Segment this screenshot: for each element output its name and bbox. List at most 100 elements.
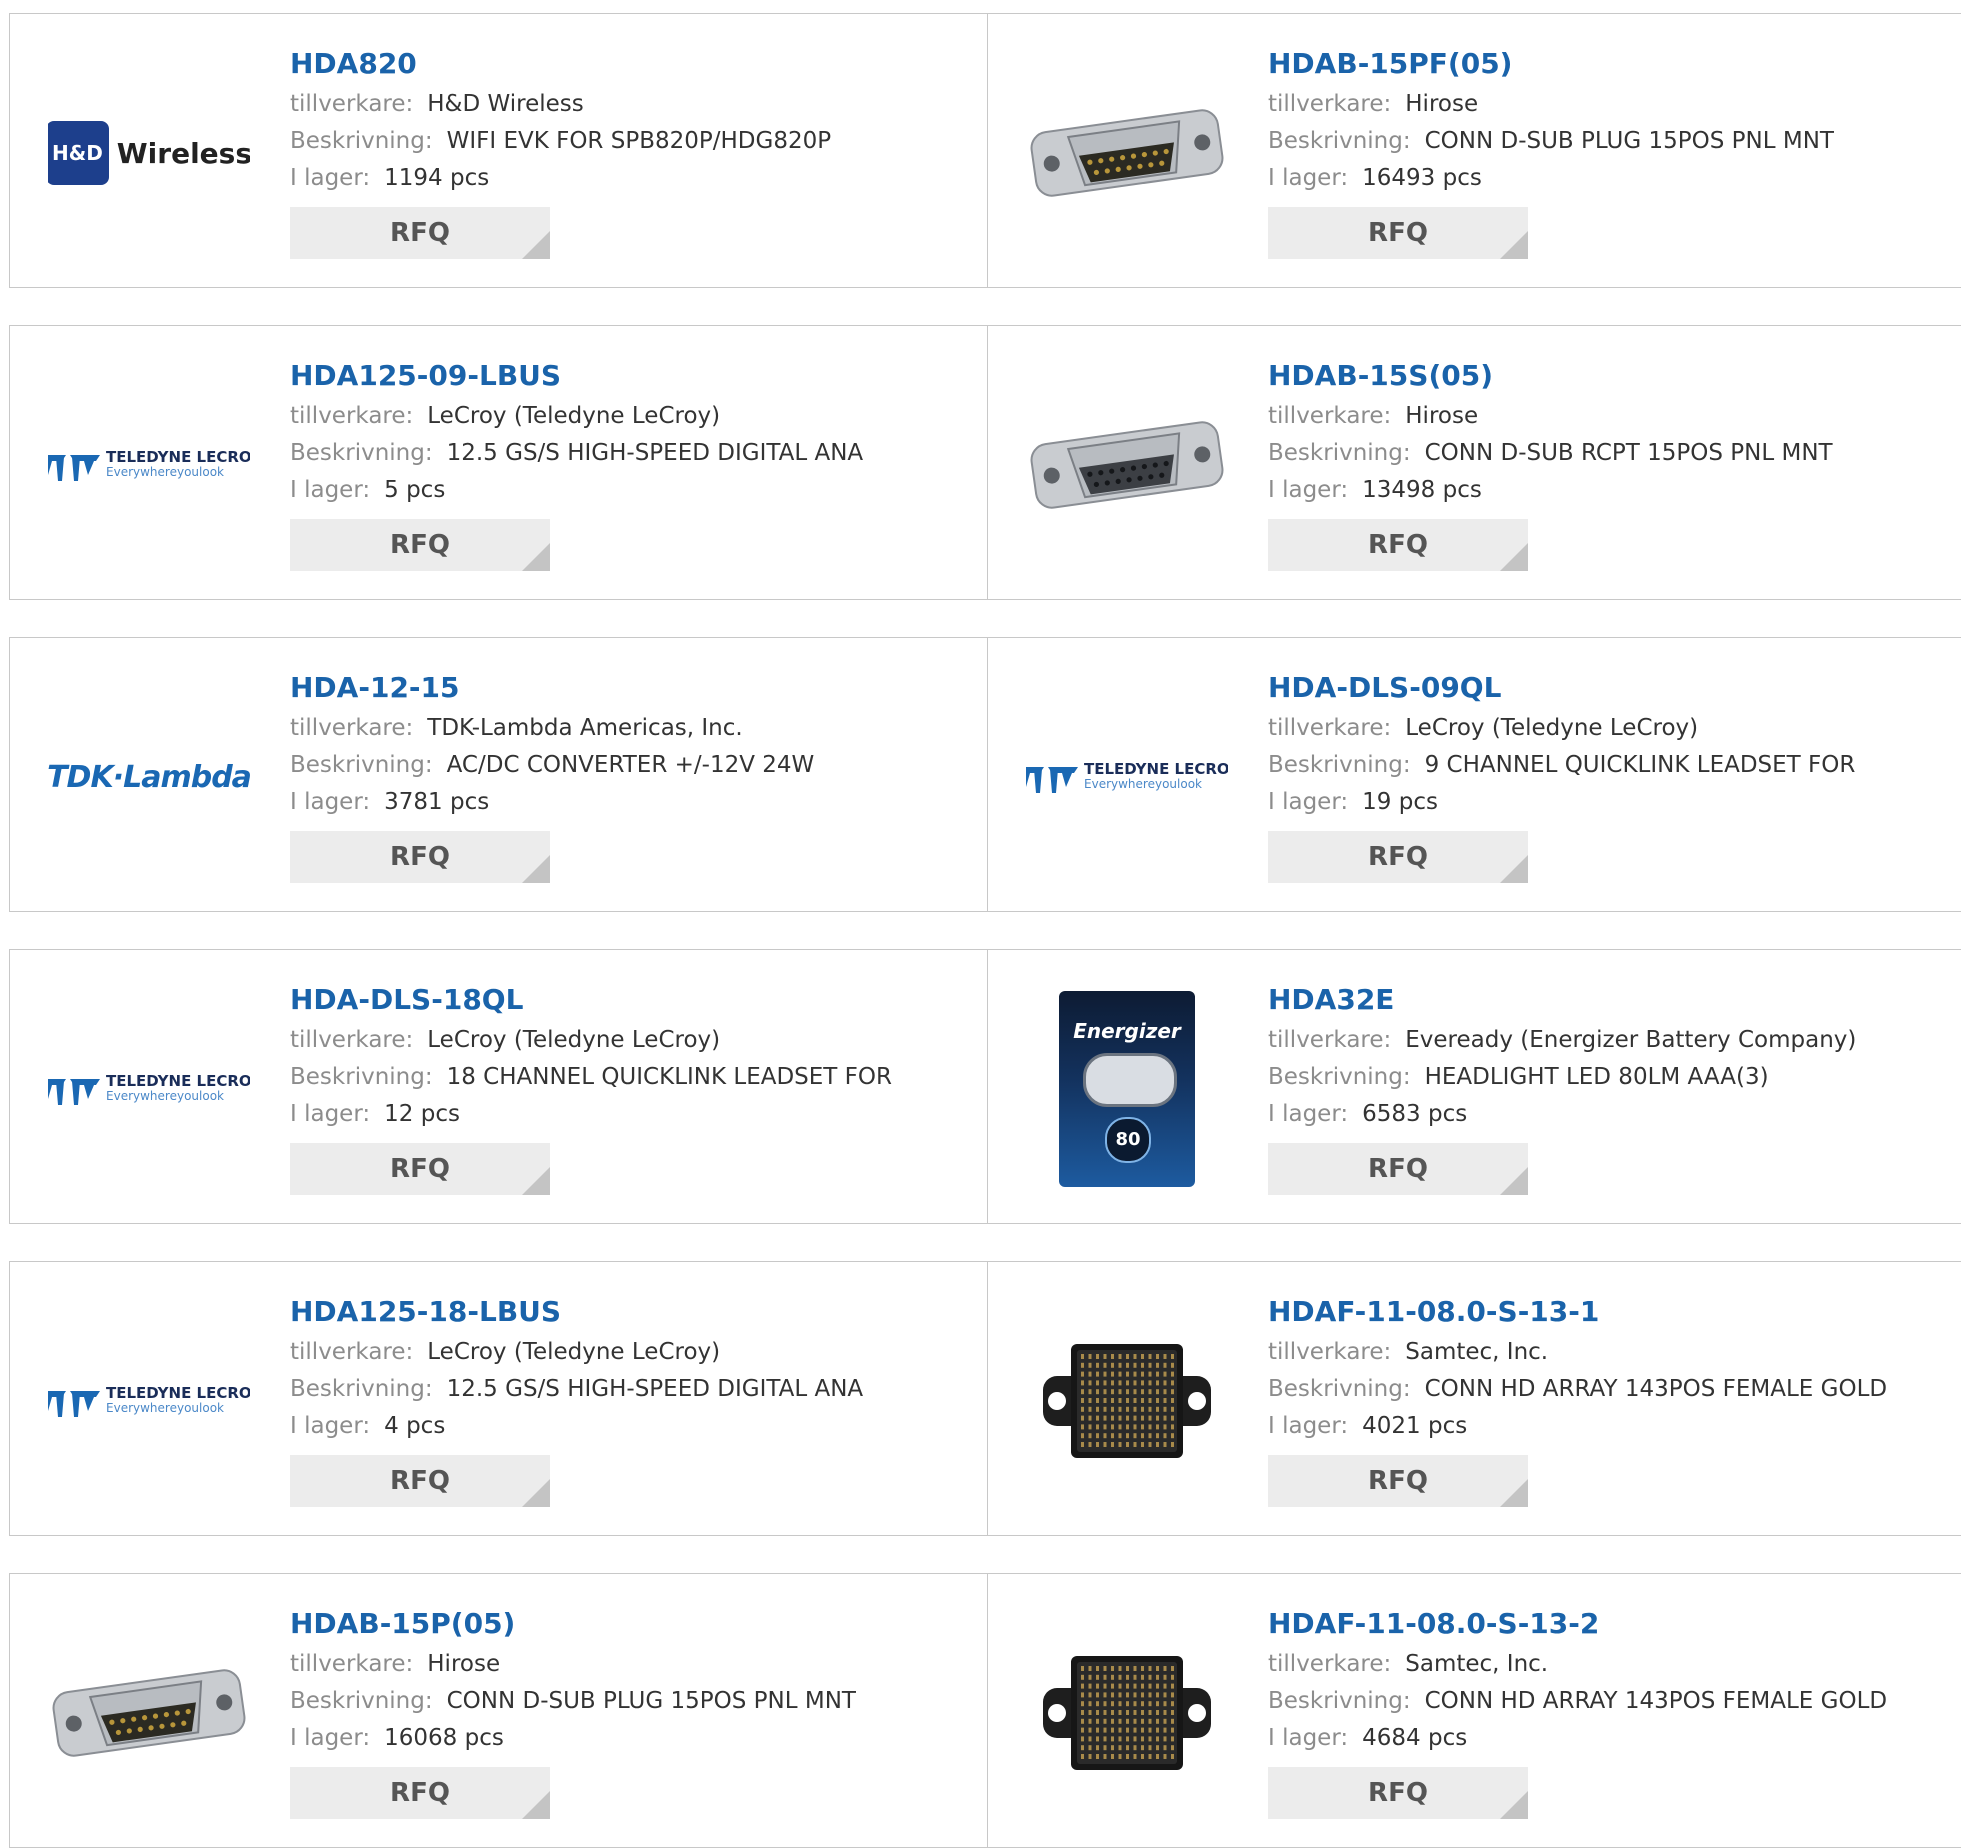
stock-row: I lager: 16493 pcs — [1268, 160, 1941, 197]
logo-wordmark: TELEDYNE LECROY — [106, 1384, 250, 1402]
connector-illustration — [1043, 1656, 1211, 1770]
teledyne-lecroy-logo[interactable]: TELEDYNE LECROY Everywhereyoulook — [48, 364, 250, 566]
description-row: Beskrivning: 12.5 GS/S HIGH-SPEED DIGITAL… — [290, 435, 969, 472]
part-number-link[interactable]: HDAB-15PF(05) — [1268, 44, 1941, 86]
stock-value: 1194 pcs — [384, 165, 490, 191]
dsub-receptacle-photo[interactable] — [1026, 364, 1228, 566]
rfq-button[interactable]: RFQ — [1268, 519, 1528, 571]
description-value: CONN HD ARRAY 143POS FEMALE GOLD — [1424, 1688, 1888, 1714]
description-label: Beskrivning: — [290, 1376, 433, 1402]
manufacturer-row: tillverkare: Samtec, Inc. — [1268, 1334, 1941, 1371]
part-number-link[interactable]: HDAB-15S(05) — [1268, 356, 1941, 398]
part-number-link[interactable]: HDAB-15P(05) — [290, 1604, 969, 1646]
part-number-link[interactable]: HDA125-09-LBUS — [290, 356, 969, 398]
part-number-link[interactable]: HDA820 — [290, 44, 969, 86]
description-row: Beskrivning: 18 CHANNEL QUICKLINK LEADSET… — [290, 1059, 969, 1096]
rfq-button[interactable]: RFQ — [1268, 831, 1528, 883]
manufacturer-row: tillverkare: Hirose — [1268, 86, 1941, 123]
stock-label: I lager: — [290, 1725, 371, 1751]
stock-label: I lager: — [1268, 165, 1349, 191]
product-info: HDAF-11-08.0-S-13-1 tillverkare: Samtec, I… — [1268, 1292, 1941, 1507]
dsub-plug-photo[interactable] — [1026, 52, 1228, 254]
description-value: CONN D-SUB PLUG 15POS PNL MNT — [446, 1688, 856, 1714]
stock-value: 4684 pcs — [1362, 1725, 1468, 1751]
manufacturer-label: tillverkare: — [290, 1339, 414, 1365]
manufacturer-row: tillverkare: LeCroy (Teledyne LeCroy) — [290, 1022, 969, 1059]
rfq-button[interactable]: RFQ — [1268, 1455, 1528, 1507]
rfq-label: RFQ — [390, 1778, 450, 1808]
rfq-button[interactable]: RFQ — [290, 1767, 550, 1819]
teledyne-mark-icon — [48, 1391, 101, 1417]
description-value: CONN D-SUB PLUG 15POS PNL MNT — [1424, 128, 1834, 154]
product-info: HDAB-15P(05) tillverkare: Hirose Beskrivnin… — [290, 1604, 969, 1819]
part-number-link[interactable]: HDAF-11-08.0-S-13-1 — [1268, 1292, 1941, 1334]
tdk-lambda-logo[interactable]: TDK·Lambda — [48, 676, 250, 878]
rfq-button[interactable]: RFQ — [290, 831, 550, 883]
connector-illustration — [1030, 109, 1224, 197]
hd-array-connector-photo[interactable] — [1026, 1612, 1228, 1814]
part-number-link[interactable]: HDAF-11-08.0-S-13-2 — [1268, 1604, 1941, 1646]
manufacturer-label: tillverkare: — [1268, 1027, 1392, 1053]
dsub-plug-photo[interactable] — [48, 1612, 250, 1814]
manufacturer-value: Eveready (Energizer Battery Company) — [1405, 1027, 1857, 1053]
rfq-label: RFQ — [390, 842, 450, 872]
manufacturer-label: tillverkare: — [1268, 91, 1392, 117]
manufacturer-row: tillverkare: LeCroy (Teledyne LeCroy) — [290, 1334, 969, 1371]
part-number-link[interactable]: HDA32E — [1268, 980, 1941, 1022]
product-info: HDAB-15S(05) tillverkare: Hirose Beskrivnin… — [1268, 356, 1941, 571]
description-label: Beskrivning: — [290, 1064, 433, 1090]
manufacturer-value: LeCroy (Teledyne LeCroy) — [427, 1027, 721, 1053]
product-card: TELEDYNE LECROY Everywhereyoulook HDA125-1… — [9, 1261, 989, 1536]
manufacturer-value: LeCroy (Teledyne LeCroy) — [1405, 715, 1699, 741]
stock-value: 5 pcs — [384, 477, 446, 503]
hd-array-connector-photo[interactable] — [1026, 1300, 1228, 1502]
product-card: HDAF-11-08.0-S-13-1 tillverkare: Samtec, I… — [987, 1261, 1961, 1536]
stock-value: 4 pcs — [384, 1413, 446, 1439]
description-value: CONN D-SUB RCPT 15POS PNL MNT — [1424, 440, 1833, 466]
stock-label: I lager: — [1268, 1101, 1349, 1127]
product-card: TDK·Lambda HDA-12-15 tillverkare: TDK-Lambd… — [9, 637, 989, 912]
rfq-button[interactable]: RFQ — [1268, 1767, 1528, 1819]
rfq-button[interactable]: RFQ — [290, 1455, 550, 1507]
hd-wireless-logo[interactable]: H&D Wireless — [48, 52, 250, 254]
manufacturer-row: tillverkare: Samtec, Inc. — [1268, 1646, 1941, 1683]
product-info: HDA-DLS-09QL tillverkare: LeCroy (Teledyne… — [1268, 668, 1941, 883]
package-lumen-badge: 80 — [1105, 1117, 1151, 1163]
rfq-button[interactable]: RFQ — [1268, 207, 1528, 259]
description-label: Beskrivning: — [1268, 1376, 1411, 1402]
energizer-headlight-photo[interactable]: Energizer 80 — [1026, 988, 1228, 1190]
logo-wordmark: TELEDYNE LECROY — [106, 1072, 250, 1090]
rfq-label: RFQ — [1368, 842, 1428, 872]
rfq-label: RFQ — [390, 530, 450, 560]
product-info: HDA32E tillverkare: Eveready (Energizer Ba… — [1268, 980, 1941, 1195]
description-row: Beskrivning: CONN D-SUB PLUG 15POS PNL MN… — [1268, 123, 1941, 160]
corner-triangle-icon — [1500, 1479, 1528, 1507]
logo-wordmark: TDK·Lambda — [48, 759, 250, 795]
stock-row: I lager: 19 pcs — [1268, 784, 1941, 821]
teledyne-lecroy-logo[interactable]: TELEDYNE LECROY Everywhereyoulook — [48, 1300, 250, 1502]
manufacturer-row: tillverkare: Hirose — [1268, 398, 1941, 435]
description-row: Beskrivning: CONN D-SUB PLUG 15POS PNL MN… — [290, 1683, 969, 1720]
product-card: TELEDYNE LECROY Everywhereyoulook HDA-DLS-… — [9, 949, 989, 1224]
rfq-label: RFQ — [1368, 218, 1428, 248]
rfq-button[interactable]: RFQ — [290, 207, 550, 259]
manufacturer-row: tillverkare: TDK-Lambda Americas, Inc. — [290, 710, 969, 747]
teledyne-lecroy-logo[interactable]: TELEDYNE LECROY Everywhereyoulook — [48, 988, 250, 1190]
product-card: HDAB-15PF(05) tillverkare: Hirose Beskrivni… — [987, 13, 1961, 288]
teledyne-lecroy-logo[interactable]: TELEDYNE LECROY Everywhereyoulook — [1026, 676, 1228, 878]
stock-row: I lager: 4021 pcs — [1268, 1408, 1941, 1445]
part-number-link[interactable]: HDA-12-15 — [290, 668, 969, 710]
description-row: Beskrivning: AC/DC CONVERTER +/-12V 24W — [290, 747, 969, 784]
part-number-link[interactable]: HDA-DLS-09QL — [1268, 668, 1941, 710]
rfq-button[interactable]: RFQ — [1268, 1143, 1528, 1195]
description-value: 18 CHANNEL QUICKLINK LEADSET FOR — [446, 1064, 892, 1090]
stock-label: I lager: — [1268, 1413, 1349, 1439]
part-number-link[interactable]: HDA-DLS-18QL — [290, 980, 969, 1022]
part-number-link[interactable]: HDA125-18-LBUS — [290, 1292, 969, 1334]
description-label: Beskrivning: — [1268, 440, 1411, 466]
stock-label: I lager: — [290, 789, 371, 815]
rfq-button[interactable]: RFQ — [290, 1143, 550, 1195]
logo-tagline: Everywhereyoulook — [106, 1401, 224, 1415]
stock-label: I lager: — [290, 165, 371, 191]
rfq-button[interactable]: RFQ — [290, 519, 550, 571]
